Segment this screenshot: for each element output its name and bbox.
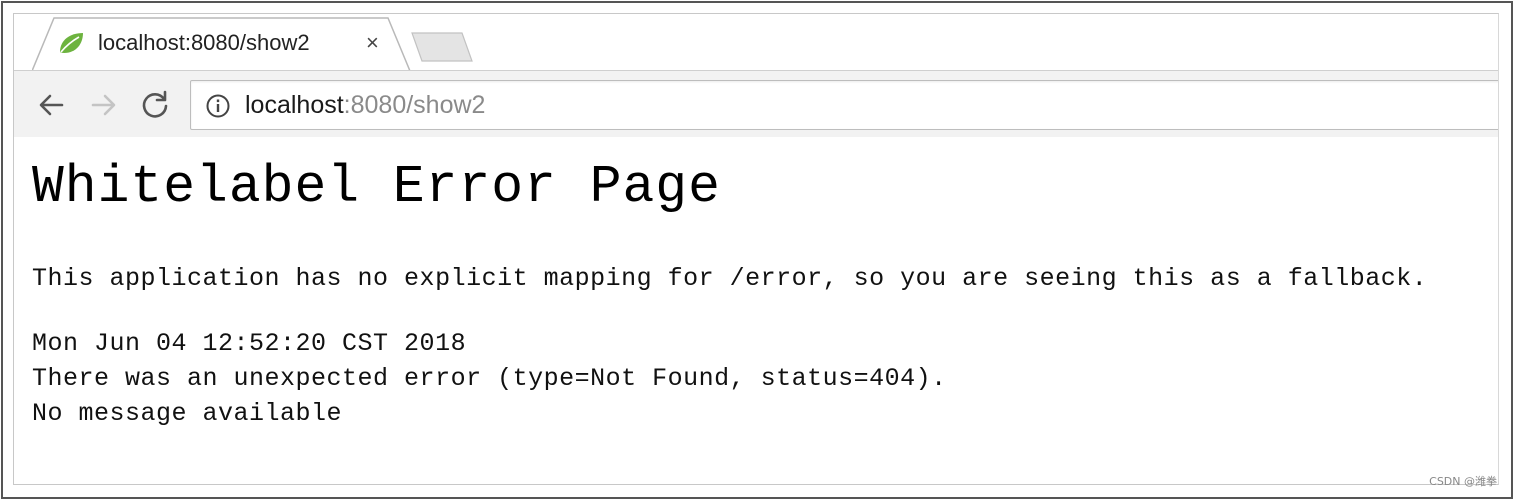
forward-button[interactable]: [87, 88, 121, 122]
reload-button[interactable]: [138, 88, 172, 122]
page-title: Whitelabel Error Page: [32, 157, 721, 217]
fallback-text: This application has no explicit mapping…: [32, 264, 1428, 293]
error-timestamp: Mon Jun 04 12:52:20 CST 2018: [32, 329, 467, 358]
back-button[interactable]: [34, 88, 68, 122]
address-bar[interactable]: localhost:8080/show2: [190, 80, 1498, 130]
error-details: There was an unexpected error (type=Not …: [32, 364, 947, 393]
tab-strip: localhost:8080/show2 ×: [14, 14, 1498, 71]
browser-window: localhost:8080/show2 × localhost:8080/sh…: [13, 13, 1499, 485]
error-message: No message available: [32, 399, 343, 428]
url-text[interactable]: localhost:8080/show2: [245, 91, 485, 119]
browser-toolbar: localhost:8080/show2: [14, 70, 1498, 138]
tab-close-icon[interactable]: ×: [366, 31, 379, 55]
new-tab-button[interactable]: [410, 30, 476, 64]
tab-content[interactable]: localhost:8080/show2: [56, 27, 396, 59]
watermark: CSDN @潍拳: [1429, 475, 1497, 488]
screenshot-frame: localhost:8080/show2 × localhost:8080/sh…: [1, 1, 1513, 499]
url-path: :8080/show2: [343, 91, 486, 119]
spring-leaf-icon: [60, 33, 83, 53]
tab-title: localhost:8080/show2: [98, 30, 310, 55]
url-host: localhost: [245, 91, 344, 119]
page-content: Whitelabel Error Page This application h…: [14, 137, 1498, 484]
info-circle-icon[interactable]: [205, 93, 231, 119]
